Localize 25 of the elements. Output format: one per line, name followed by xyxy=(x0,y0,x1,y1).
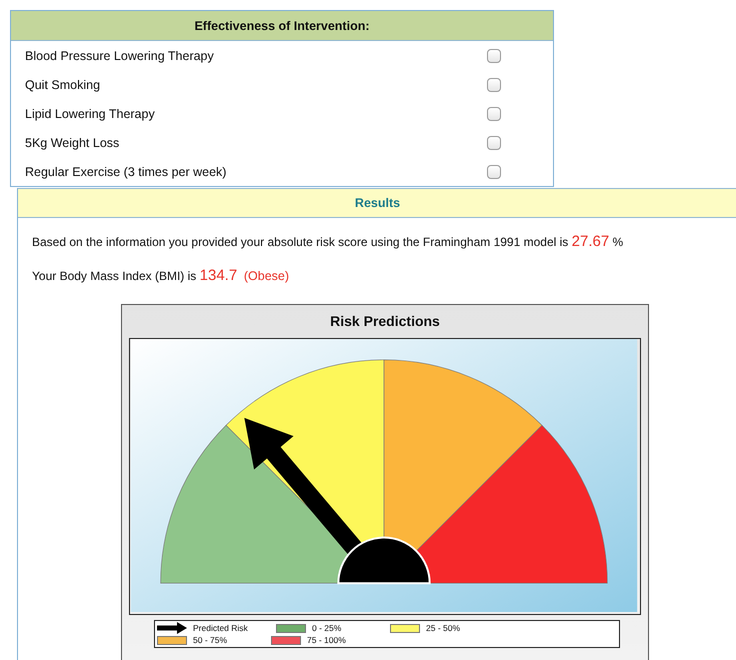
checkbox[interactable] xyxy=(487,48,501,62)
legend-label: 75 - 100% xyxy=(307,635,346,645)
bmi-category: (Obese) xyxy=(244,269,290,283)
arrow-icon xyxy=(157,622,187,634)
option-label: Lipid Lowering Therapy xyxy=(25,106,155,120)
option-label: 5Kg Weight Loss xyxy=(25,136,120,150)
chart-title: Risk Predictions xyxy=(329,312,441,331)
panel-title: Effectiveness of Intervention: xyxy=(194,18,370,32)
option-label: Regular Exercise (3 times per week) xyxy=(25,164,226,178)
checkbox[interactable] xyxy=(487,78,501,92)
risk-value: 27.67 xyxy=(572,233,610,250)
bmi-value: 134.7 xyxy=(200,267,238,284)
option-label: Blood Pressure Lowering Therapy xyxy=(25,48,214,62)
checkbox[interactable] xyxy=(487,136,501,150)
option-label: Quit Smoking xyxy=(25,78,100,92)
legend-label: 25 - 50% xyxy=(426,623,460,633)
legend-label: Predicted Risk xyxy=(193,623,248,633)
checkbox[interactable] xyxy=(487,106,501,120)
legend-label: 0 - 25% xyxy=(312,623,342,633)
results-title: Results xyxy=(354,196,400,210)
percent-sign: % xyxy=(612,235,624,249)
checkbox[interactable] xyxy=(487,164,501,178)
risk-text: Based on the information you provided your absolute risk score using the Framingham 1991 model is xyxy=(32,235,568,249)
bmi-text: Your Body Mass Index (BMI) is xyxy=(32,269,196,283)
legend-label: 50 - 75% xyxy=(193,635,228,645)
